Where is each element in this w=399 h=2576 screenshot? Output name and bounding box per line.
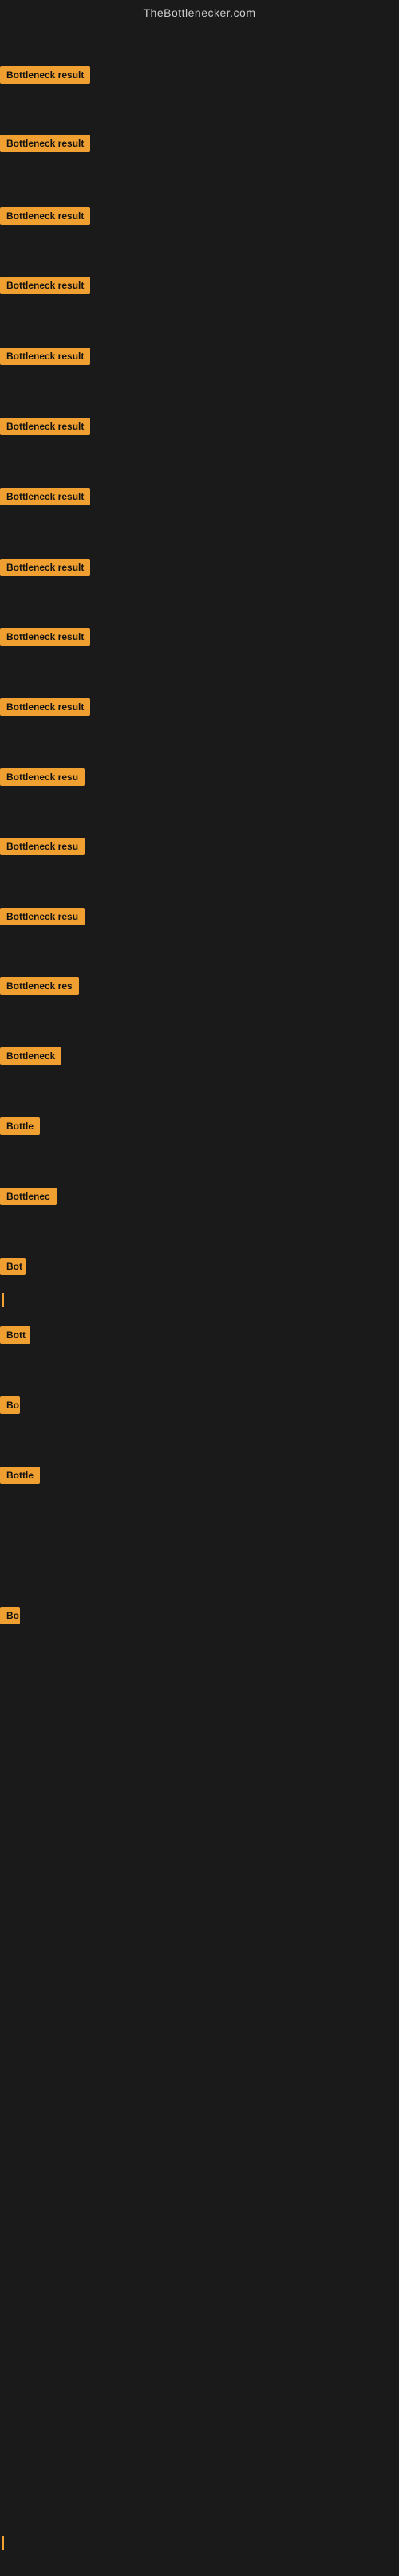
bottleneck-row-21: Bo <box>0 1596 399 1636</box>
bottleneck-row-7: Bottleneck result <box>0 548 399 587</box>
bottleneck-badge-1[interactable]: Bottleneck result <box>0 135 90 152</box>
bottleneck-badge-9[interactable]: Bottleneck result <box>0 698 90 716</box>
site-title: TheBottlenecker.com <box>0 0 399 26</box>
bottleneck-badge-0[interactable]: Bottleneck result <box>0 66 90 84</box>
bottleneck-row-5: Bottleneck result <box>0 406 399 446</box>
bottleneck-badge-15[interactable]: Bottle <box>0 1117 40 1135</box>
bottleneck-badge-7[interactable]: Bottleneck result <box>0 559 90 576</box>
bottleneck-badge-17[interactable]: Bot <box>0 1258 26 1275</box>
bottleneck-badge-18[interactable]: Bott <box>0 1326 30 1344</box>
bottleneck-row-18: Bott <box>0 1315 399 1355</box>
bottleneck-row-8: Bottleneck result <box>0 617 399 657</box>
bottleneck-row-4: Bottleneck result <box>0 336 399 376</box>
cursor-line-0 <box>2 1293 4 1307</box>
bottleneck-row-1: Bottleneck result <box>0 124 399 163</box>
bottleneck-row-2: Bottleneck result <box>0 196 399 236</box>
bottleneck-badge-11[interactable]: Bottleneck resu <box>0 838 85 855</box>
bottleneck-row-0: Bottleneck result <box>0 55 399 95</box>
bottleneck-badge-6[interactable]: Bottleneck result <box>0 488 90 505</box>
bottleneck-badge-5[interactable]: Bottleneck result <box>0 418 90 435</box>
bottleneck-badge-4[interactable]: Bottleneck result <box>0 348 90 365</box>
bottleneck-badge-16[interactable]: Bottlenec <box>0 1188 57 1205</box>
bottleneck-row-15: Bottle <box>0 1106 399 1146</box>
bottleneck-badge-20[interactable]: Bottle <box>0 1467 40 1484</box>
bottleneck-row-10: Bottleneck resu <box>0 757 399 797</box>
bottleneck-row-12: Bottleneck resu <box>0 897 399 937</box>
bottleneck-badge-19[interactable]: Bo <box>0 1396 20 1414</box>
bottleneck-row-3: Bottleneck result <box>0 265 399 305</box>
bottleneck-badge-12[interactable]: Bottleneck resu <box>0 908 85 925</box>
bottleneck-badge-2[interactable]: Bottleneck result <box>0 207 90 225</box>
bottleneck-row-17: Bot <box>0 1247 399 1286</box>
bottleneck-row-14: Bottleneck <box>0 1036 399 1076</box>
bottleneck-row-16: Bottlenec <box>0 1176 399 1216</box>
bottleneck-badge-14[interactable]: Bottleneck <box>0 1047 61 1065</box>
cursor-line-1 <box>2 2536 4 2550</box>
bottleneck-row-19: Bo <box>0 1385 399 1425</box>
bottleneck-row-9: Bottleneck result <box>0 687 399 727</box>
bottleneck-row-11: Bottleneck resu <box>0 827 399 866</box>
bottleneck-badge-3[interactable]: Bottleneck result <box>0 277 90 294</box>
bottleneck-row-20: Bottle <box>0 1455 399 1495</box>
bottleneck-badge-13[interactable]: Bottleneck res <box>0 977 79 995</box>
bottleneck-badge-21[interactable]: Bo <box>0 1607 20 1624</box>
bottleneck-badge-8[interactable]: Bottleneck result <box>0 628 90 646</box>
bottleneck-badge-10[interactable]: Bottleneck resu <box>0 768 85 786</box>
bottleneck-row-6: Bottleneck result <box>0 477 399 516</box>
bottleneck-row-13: Bottleneck res <box>0 966 399 1006</box>
